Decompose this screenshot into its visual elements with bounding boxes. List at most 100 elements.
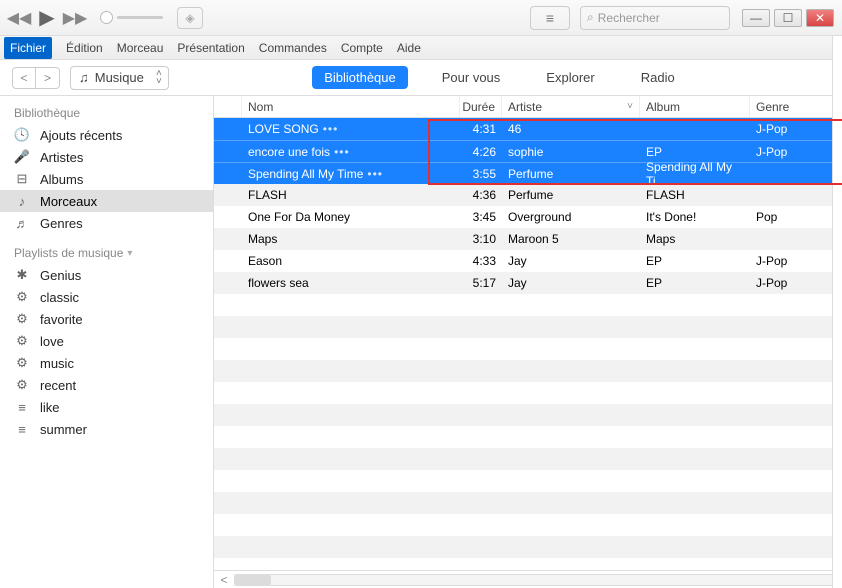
track-row[interactable]: Eason4:33JayEPJ-Pop	[214, 250, 842, 272]
track-row[interactable]: Maps3:10Maroon 5Maps	[214, 228, 842, 250]
track-duration: 3:45	[460, 206, 502, 228]
track-genre	[750, 228, 818, 250]
more-dots-icon[interactable]: •••	[323, 122, 339, 136]
track-row[interactable]: encore une fois•••4:26sophieEPJ-Pop	[214, 140, 842, 162]
column-duration[interactable]: Durée	[460, 96, 502, 117]
track-duration: 3:55	[460, 163, 502, 184]
menubar: Fichier Édition Morceau Présentation Com…	[0, 36, 842, 60]
sidebar-item-label: Morceaux	[40, 194, 97, 209]
track-row[interactable]: FLASH4:36PerfumeFLASH	[214, 184, 842, 206]
track-name: flowers sea	[248, 276, 309, 290]
more-dots-icon[interactable]: •••	[334, 145, 350, 159]
empty-row	[214, 294, 842, 316]
column-name[interactable]: Nom	[242, 96, 460, 117]
sidebar-item-label: love	[40, 334, 64, 349]
window-close-button[interactable]: ✕	[806, 9, 834, 27]
sidebar-item-label: Albums	[40, 172, 83, 187]
mic-icon: 🎤	[14, 149, 30, 165]
menu-edition[interactable]: Édition	[66, 41, 103, 55]
chevron-down-icon: ▾	[127, 248, 132, 259]
column-album[interactable]: Album	[640, 96, 750, 117]
content: Nom Durée Artiste˅ Album Genre LOVE SONG…	[214, 96, 842, 588]
menu-fichier[interactable]: Fichier	[4, 37, 52, 59]
track-row[interactable]: One For Da Money3:45OvergroundIt's Done!…	[214, 206, 842, 228]
list-view-button[interactable]: ≡	[530, 6, 570, 30]
column-artist[interactable]: Artiste˅	[502, 96, 640, 117]
sidebar-item-ajouts-récents[interactable]: 🕓Ajouts récents	[0, 124, 213, 146]
track-artist: Perfume	[502, 184, 640, 206]
sidebar-item-albums[interactable]: ⊟Albums	[0, 168, 213, 190]
track-name: One For Da Money	[248, 210, 350, 224]
more-dots-icon[interactable]: •••	[367, 167, 383, 181]
track-duration: 4:36	[460, 184, 502, 206]
track-album: EP	[640, 272, 750, 294]
empty-row	[214, 536, 842, 558]
menu-compte[interactable]: Compte	[341, 41, 383, 55]
track-artist: 46	[502, 118, 640, 140]
media-select-label: Musique	[95, 70, 144, 85]
track-artist: Overground	[502, 206, 640, 228]
track-genre: J-Pop	[750, 250, 818, 272]
sidebar-item-love[interactable]: ⚙love	[0, 330, 213, 352]
sidebar-item-music[interactable]: ⚙ music	[0, 352, 213, 374]
tab-radio[interactable]: Radio	[629, 66, 687, 89]
back-button[interactable]: <	[12, 67, 36, 89]
sidebar-item-favorite[interactable]: ⚙favorite	[0, 308, 213, 330]
track-row[interactable]: LOVE SONG•••4:3146J-Pop	[214, 118, 842, 140]
track-row[interactable]: Spending All My Time•••3:55PerfumeSpendi…	[214, 162, 842, 184]
track-genre	[750, 163, 818, 184]
track-artist: Maroon 5	[502, 228, 640, 250]
sidebar-item-morceaux[interactable]: ♪Morceaux	[0, 190, 213, 212]
sidebar-item-label: Genius	[40, 268, 81, 283]
guitar-icon: ♬	[14, 215, 30, 231]
track-duration: 3:10	[460, 228, 502, 250]
sort-asc-icon: ˅	[627, 101, 633, 112]
track-name: Eason	[248, 254, 282, 268]
sidebar-item-label: recent	[40, 378, 76, 393]
airplay-button[interactable]: ◈	[177, 7, 203, 29]
forward-button[interactable]: ▶▶	[64, 9, 86, 27]
media-type-select[interactable]: ♫ Musique ˄˅	[70, 66, 169, 90]
track-row[interactable]: flowers sea5:17JayEPJ-Pop	[214, 272, 842, 294]
track-genre: J-Pop	[750, 141, 818, 162]
gear-icon: ⚙	[14, 355, 30, 371]
sidebar-item-like[interactable]: ≡like	[0, 396, 213, 418]
menu-presentation[interactable]: Présentation	[177, 41, 244, 55]
sidebar-item-label: Genres	[40, 216, 83, 231]
tab-explorer[interactable]: Explorer	[534, 66, 606, 89]
menu-aide[interactable]: Aide	[397, 41, 421, 55]
track-artist: sophie	[502, 141, 640, 162]
menu-commandes[interactable]: Commandes	[259, 41, 327, 55]
tab-pourvous[interactable]: Pour vous	[430, 66, 513, 89]
scroll-left-icon[interactable]: <	[214, 573, 234, 587]
horizontal-scrollbar[interactable]: <	[214, 570, 842, 588]
search-input[interactable]: ⌕ Rechercher	[580, 6, 730, 30]
track-duration: 4:26	[460, 141, 502, 162]
window-maximize-button[interactable]: ☐	[774, 9, 802, 27]
track-artist: Jay	[502, 250, 640, 272]
sidebar-item-recent[interactable]: ⚙ recent	[0, 374, 213, 396]
sidebar-item-label: music	[40, 356, 74, 371]
sidebar-item-artistes[interactable]: 🎤Artistes	[0, 146, 213, 168]
search-placeholder: Rechercher	[598, 11, 660, 25]
empty-row	[214, 404, 842, 426]
play-button[interactable]: ▶	[36, 9, 58, 27]
forward-nav-button[interactable]: >	[36, 67, 60, 89]
column-genre[interactable]: Genre	[750, 96, 818, 117]
sidebar-item-summer[interactable]: ≡summer	[0, 418, 213, 440]
window-minimize-button[interactable]: —	[742, 9, 770, 27]
tab-bibliotheque[interactable]: Bibliothèque	[312, 66, 408, 89]
empty-row	[214, 492, 842, 514]
track-name: encore une fois	[248, 145, 330, 159]
menu-morceau[interactable]: Morceau	[117, 41, 164, 55]
volume-slider[interactable]	[100, 11, 163, 24]
sidebar-item-label: summer	[40, 422, 87, 437]
sidebar-item-classic[interactable]: ⚙classic	[0, 286, 213, 308]
rewind-button[interactable]: ◀◀	[8, 9, 30, 27]
sidebar-header-playlists[interactable]: Playlists de musique▾	[0, 242, 213, 264]
sidebar-item-genius[interactable]: ✱Genius	[0, 264, 213, 286]
gear-icon: ⚙	[14, 377, 30, 393]
track-name: FLASH	[248, 188, 287, 202]
sidebar-item-genres[interactable]: ♬ Genres	[0, 212, 213, 234]
topbar: ◀◀ ▶ ▶▶ ◈ ≡ ⌕ Rechercher — ☐ ✕	[0, 0, 842, 36]
